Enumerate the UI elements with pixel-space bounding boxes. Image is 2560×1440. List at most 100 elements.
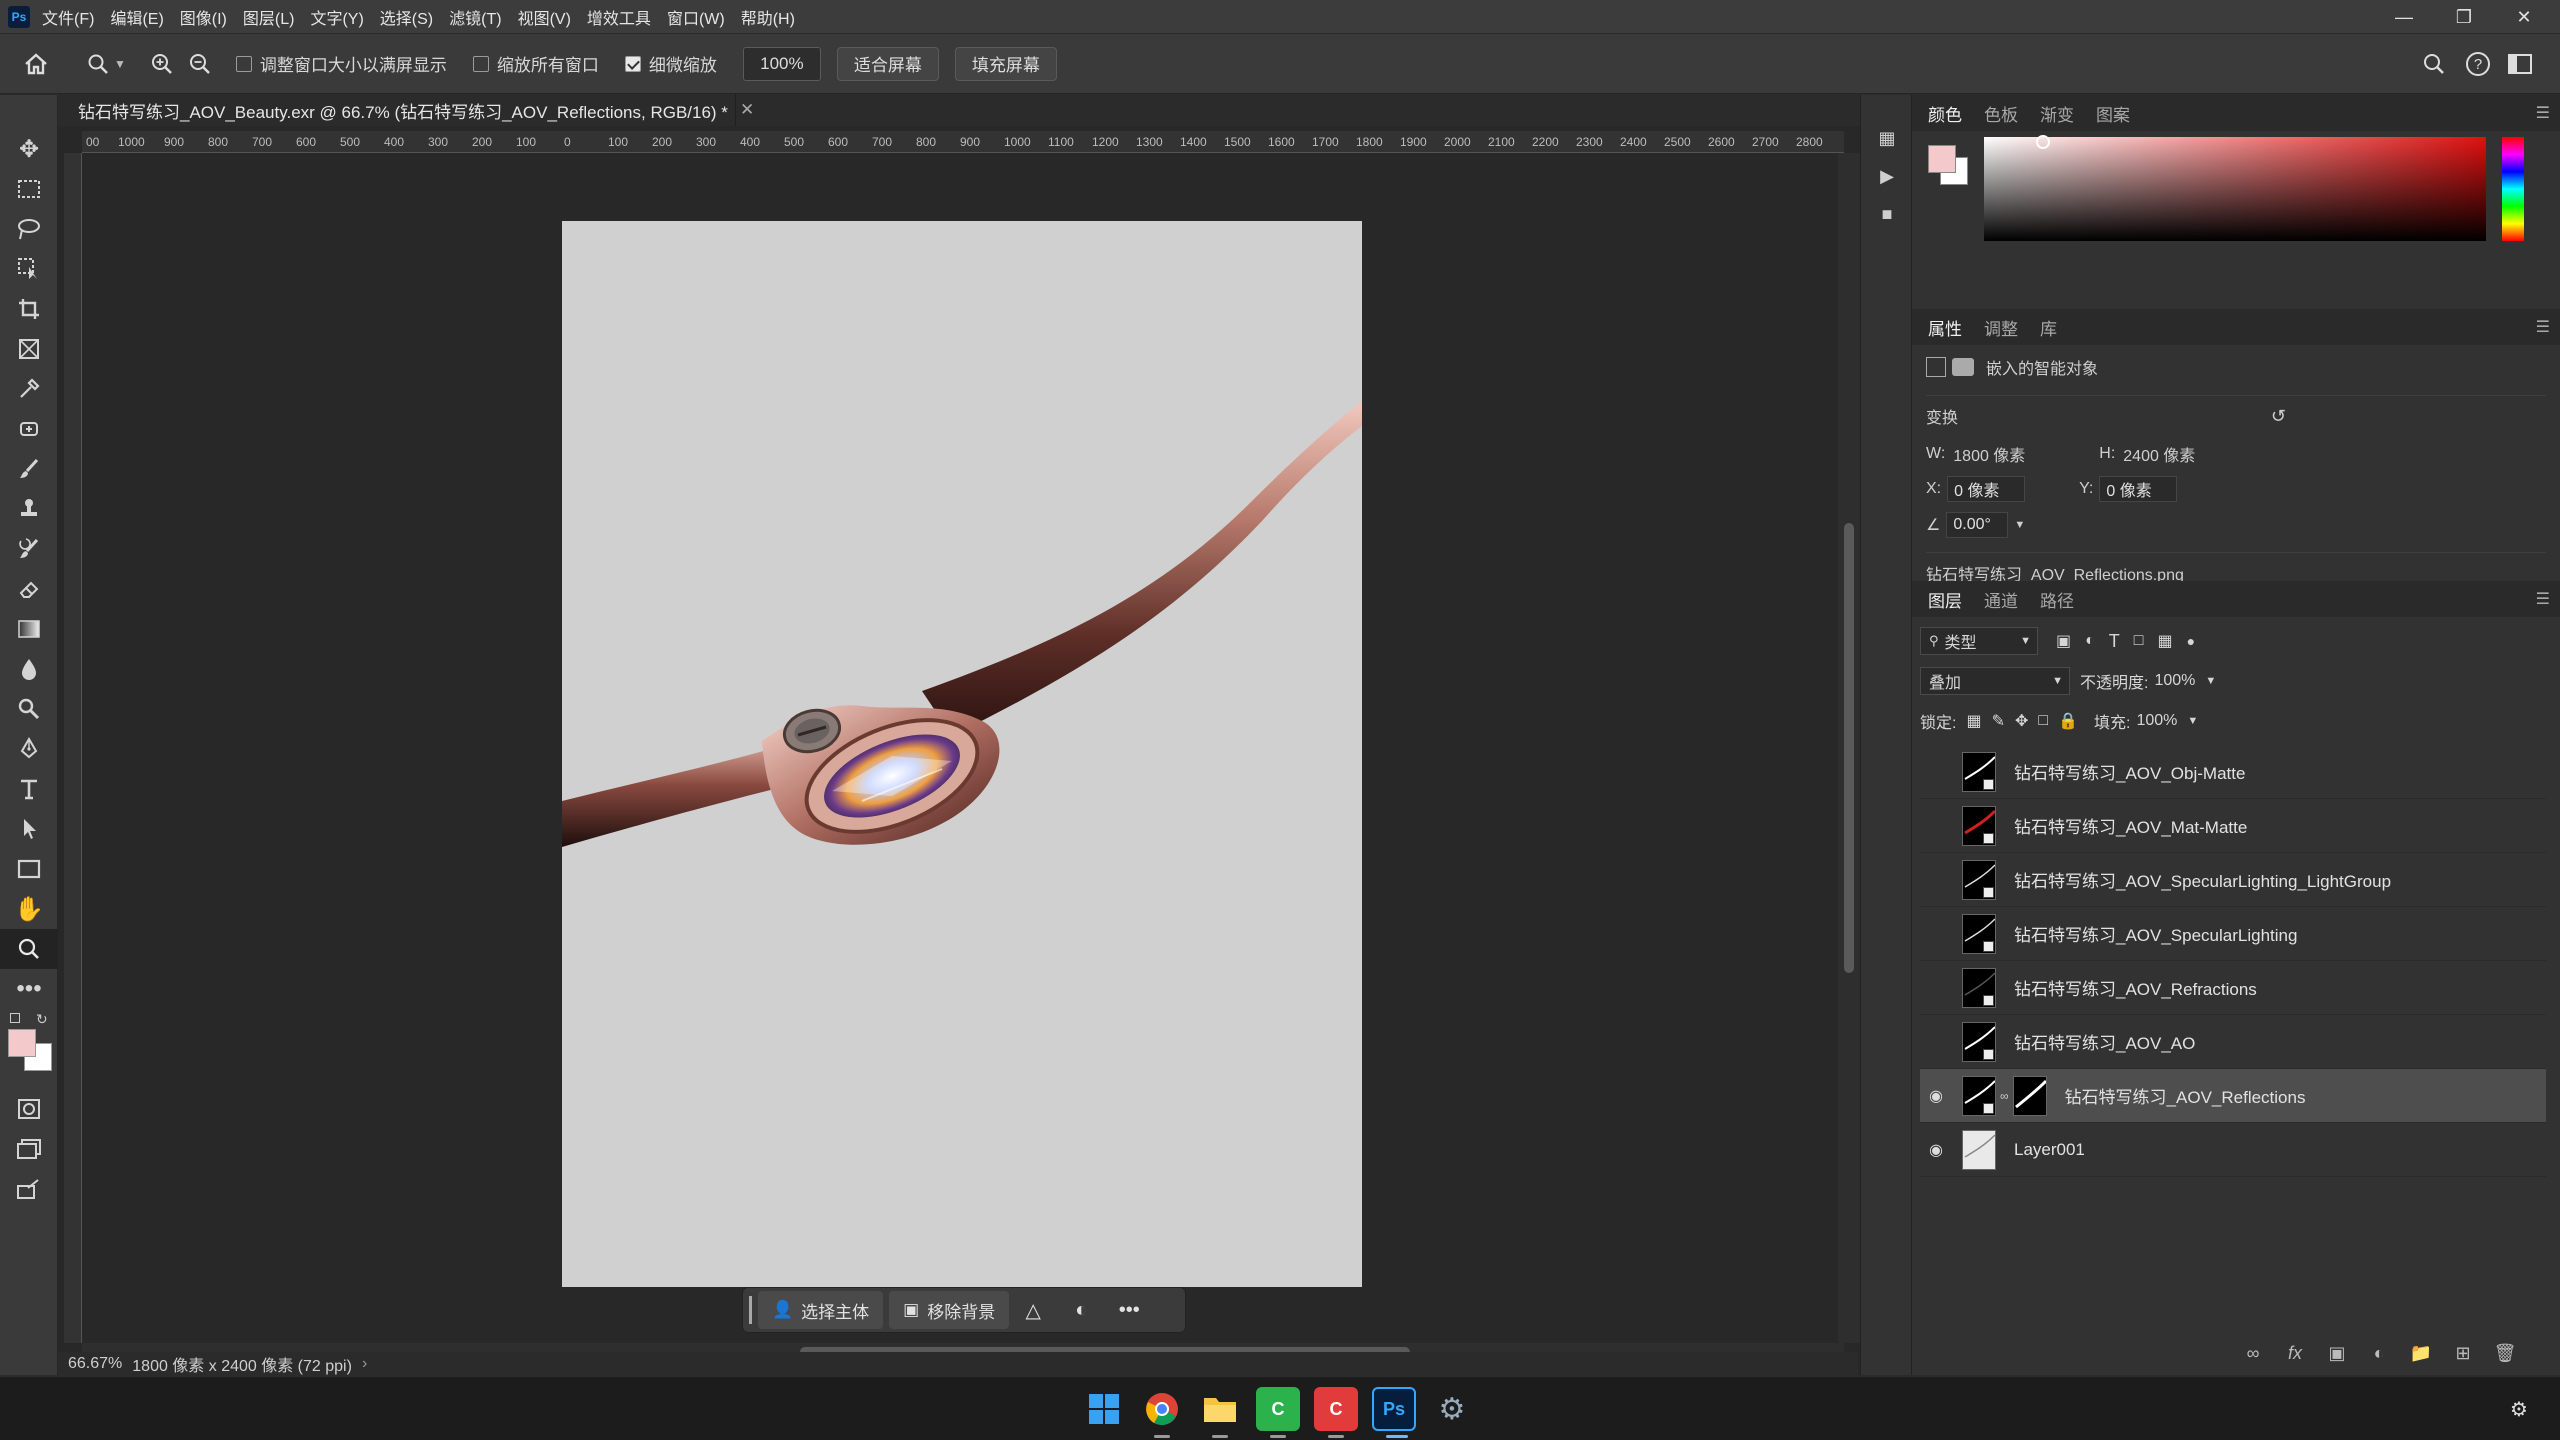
lock-all-icon[interactable]: 🔒 [2058,711,2078,731]
document-tab[interactable]: 钻石特写练习_AOV_Beauty.exr @ 66.7% (钻石特写练习_AO… [66,94,754,126]
menu-select[interactable]: 选择(S) [380,5,433,29]
visibility-toggle[interactable]: ◉ [1920,799,1952,853]
menu-file[interactable]: 文件(F) [42,5,94,29]
reset-transform-icon[interactable]: ↺ [2271,406,2286,427]
menu-view[interactable]: 视图(V) [518,5,571,29]
quick-mask-icon[interactable] [0,1089,58,1129]
tab-patterns[interactable]: 图案 [2096,101,2130,126]
notification-icon[interactable]: ⚙ [2510,1397,2528,1422]
visibility-toggle-eye-icon[interactable]: ◉ [1920,1069,1952,1123]
visibility-toggle-eye-icon[interactable]: ◉ [1920,1123,1952,1177]
lock-pixels-icon[interactable]: ✎ [1992,711,2005,731]
rectangle-tool-icon[interactable] [0,849,58,889]
filter-type-icon[interactable]: T [2109,631,2120,652]
healing-brush-tool-icon[interactable] [0,409,58,449]
foreground-color-swatch[interactable] [8,1029,36,1057]
clone-stamp-tool-icon[interactable] [0,489,58,529]
menu-window[interactable]: 窗口(W) [667,5,725,29]
file-explorer-icon[interactable] [1198,1387,1242,1431]
eraser-tool-icon[interactable] [0,569,58,609]
angle-field[interactable]: 0.00° [1946,512,2009,538]
fill-dropdown-icon[interactable]: ▼ [2187,715,2198,727]
link-layers-icon[interactable]: ∞ [2232,1334,2274,1372]
color-picker-handle[interactable] [2036,135,2050,149]
document-canvas[interactable] [562,221,1362,1287]
hand-tool-icon[interactable]: ✋ [0,889,58,929]
layer-row[interactable]: ◉ Layer001 [1920,1123,2546,1177]
settings-gear-icon[interactable]: ⚙ [1430,1387,1474,1431]
history-panel-icon[interactable]: ▦ [1861,119,1913,157]
chrome-icon[interactable] [1140,1387,1184,1431]
tab-color[interactable]: 颜色 [1928,101,1962,126]
zoom-tool-icon[interactable] [82,48,114,80]
height-value[interactable]: 2400 像素 [2123,442,2195,466]
eyedropper-tool-icon[interactable] [0,369,58,409]
comments-panel-icon[interactable]: ■ [1861,195,1913,233]
menu-help[interactable]: 帮助(H) [741,5,795,29]
blur-tool-icon[interactable] [0,649,58,689]
move-tool-icon[interactable]: ✥ [0,129,58,169]
marquee-tool-icon[interactable] [0,169,58,209]
select-subject-button[interactable]: 👤 选择主体 [758,1291,884,1329]
swap-colors-icon[interactable]: ↻ [36,1011,48,1028]
vertical-scroll-thumb[interactable] [1844,523,1854,973]
more-options-icon[interactable]: ••• [1105,1291,1153,1329]
delete-layer-trash-icon[interactable]: 🗑 [2484,1334,2526,1372]
camtasia-green-icon[interactable]: C [1256,1387,1300,1431]
layer-row[interactable]: ◉ 钻石特写练习_AOV_AO [1920,1015,2546,1069]
opacity-dropdown-icon[interactable]: ▼ [2205,675,2216,687]
y-field[interactable]: 0 像素 [2099,476,2178,502]
layer-row[interactable]: ◉ 钻石特写练习_AOV_Obj-Matte [1920,745,2546,799]
resize-windows-checkbox[interactable] [235,55,252,72]
visibility-toggle[interactable]: ◉ [1920,1015,1952,1069]
new-adjustment-icon[interactable]: ◐ [2358,1334,2400,1372]
panel-menu-icon[interactable]: ☰ [2536,589,2550,609]
frame-tool-icon[interactable] [0,329,58,369]
filter-pixel-icon[interactable]: ▣ [2056,631,2071,651]
zoom-tool-active-icon[interactable] [0,929,58,969]
transform-icon[interactable]: △ [1009,1291,1057,1329]
minimize-button[interactable]: — [2374,0,2434,34]
new-layer-icon[interactable]: ⊞ [2442,1334,2484,1372]
menu-type[interactable]: 文字(Y) [310,5,363,29]
actions-panel-icon[interactable]: ▶ [1861,157,1913,195]
new-group-folder-icon[interactable]: 📁 [2400,1334,2442,1372]
zoom-in-icon[interactable] [146,48,178,80]
vertical-scrollbar[interactable] [1838,153,1860,1343]
windows-start-icon[interactable] [1082,1387,1126,1431]
remove-background-button[interactable]: ▣ 移除背景 [889,1291,1010,1329]
tab-channels[interactable]: 通道 [1984,587,2018,612]
filter-adjustment-icon[interactable]: ◐ [2085,632,2095,650]
panel-menu-icon[interactable]: ☰ [2536,317,2550,337]
mask-link-icon[interactable]: ∞ [2000,1089,2009,1103]
menu-edit[interactable]: 编辑(E) [110,5,163,29]
tab-paths[interactable]: 路径 [2040,587,2074,612]
layer-filter-select[interactable]: ⚲ 类型 ▼ [1920,627,2038,655]
workspace-icon[interactable] [2504,48,2536,80]
fill-screen-button[interactable]: 填充屏幕 [954,46,1057,81]
tab-gradients[interactable]: 渐变 [2040,101,2074,126]
layer-row-selected[interactable]: ◉ ∞ 钻石特写练习_AOV_Reflections [1920,1069,2546,1123]
vertical-ruler[interactable] [64,153,82,1343]
history-brush-tool-icon[interactable] [0,529,58,569]
tab-properties[interactable]: 属性 [1928,315,1962,340]
gradient-tool-icon[interactable] [0,609,58,649]
fill-value[interactable]: 100% [2136,712,2177,730]
x-field[interactable]: 0 像素 [1947,476,2026,502]
fit-screen-button[interactable]: 适合屏幕 [836,46,939,81]
object-selection-tool-icon[interactable] [0,249,58,289]
lock-artboard-icon[interactable]: □ [2038,712,2048,730]
layer-row[interactable]: ◉ 钻石特写练习_AOV_SpecularLighting [1920,907,2546,961]
layer-row[interactable]: ◉ 钻石特写练习_AOV_Refractions [1920,961,2546,1015]
tab-swatches[interactable]: 色板 [1984,101,2018,126]
color-field[interactable] [1984,135,2486,241]
panel-foreground-swatch[interactable] [1928,145,1956,173]
help-icon[interactable]: ? [2462,48,2494,80]
brush-tool-icon[interactable] [0,449,58,489]
panel-menu-icon[interactable]: ☰ [2536,103,2550,123]
menu-image[interactable]: 图像(I) [180,5,227,29]
visibility-toggle[interactable]: ◉ [1920,907,1952,961]
photoshop-taskbar-icon[interactable]: Ps [1372,1387,1416,1431]
lasso-tool-icon[interactable] [0,209,58,249]
menu-layer[interactable]: 图层(L) [243,5,295,29]
